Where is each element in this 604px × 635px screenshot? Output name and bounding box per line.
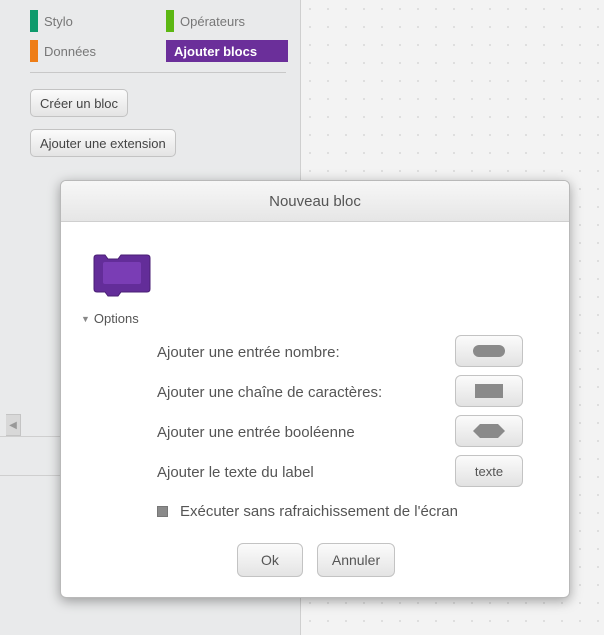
- add-boolean-input-button[interactable]: [455, 415, 523, 447]
- category-more-blocks[interactable]: Ajouter blocs: [166, 40, 288, 62]
- category-color-swatch: [30, 10, 38, 32]
- category-label: Ajouter blocs: [174, 43, 258, 59]
- add-number-input-button[interactable]: [455, 335, 523, 367]
- add-number-input-label: Ajouter une entrée nombre:: [157, 344, 340, 361]
- add-string-input-button[interactable]: [455, 375, 523, 407]
- category-color-swatch: [166, 10, 174, 32]
- options-toggle[interactable]: ▼ Options: [81, 311, 139, 326]
- category-color-swatch: [30, 40, 38, 62]
- create-block-button[interactable]: Créer un bloc: [30, 89, 129, 117]
- collapse-arrow-icon[interactable]: ◀: [6, 414, 21, 436]
- category-label: Stylo: [44, 13, 73, 29]
- hexagon-input-icon: [473, 424, 505, 438]
- rectangle-input-icon: [475, 384, 503, 398]
- ok-button[interactable]: Ok: [237, 543, 303, 577]
- dialog-title: Nouveau bloc: [61, 181, 569, 222]
- category-data[interactable]: Données: [30, 40, 96, 62]
- add-boolean-input-label: Ajouter une entrée booléenne: [157, 424, 355, 441]
- palette-divider: [30, 72, 286, 73]
- checkbox[interactable]: [157, 506, 168, 517]
- run-without-refresh-option[interactable]: Exécuter sans rafraichissement de l'écra…: [157, 503, 458, 520]
- options-label: Options: [93, 311, 139, 326]
- category-operators[interactable]: Opérateurs: [166, 10, 245, 32]
- new-block-dialog: Nouveau bloc ▼ Options Ajouter une entré…: [60, 180, 570, 598]
- category-label: Opérateurs: [180, 13, 246, 29]
- run-without-refresh-label: Exécuter sans rafraichissement de l'écra…: [180, 503, 458, 520]
- category-pen[interactable]: Stylo: [30, 10, 73, 32]
- category-label: Données: [44, 43, 97, 59]
- add-label-text-button[interactable]: texte: [455, 455, 523, 487]
- add-extension-button[interactable]: Ajouter une extension: [30, 129, 176, 157]
- triangle-down-icon: ▼: [81, 313, 90, 324]
- add-label-text-label: Ajouter le texte du label: [157, 464, 314, 481]
- custom-block-preview[interactable]: [93, 253, 151, 304]
- cancel-button[interactable]: Annuler: [317, 543, 395, 577]
- add-string-input-label: Ajouter une chaîne de caractères:: [157, 384, 383, 401]
- oval-input-icon: [473, 345, 505, 357]
